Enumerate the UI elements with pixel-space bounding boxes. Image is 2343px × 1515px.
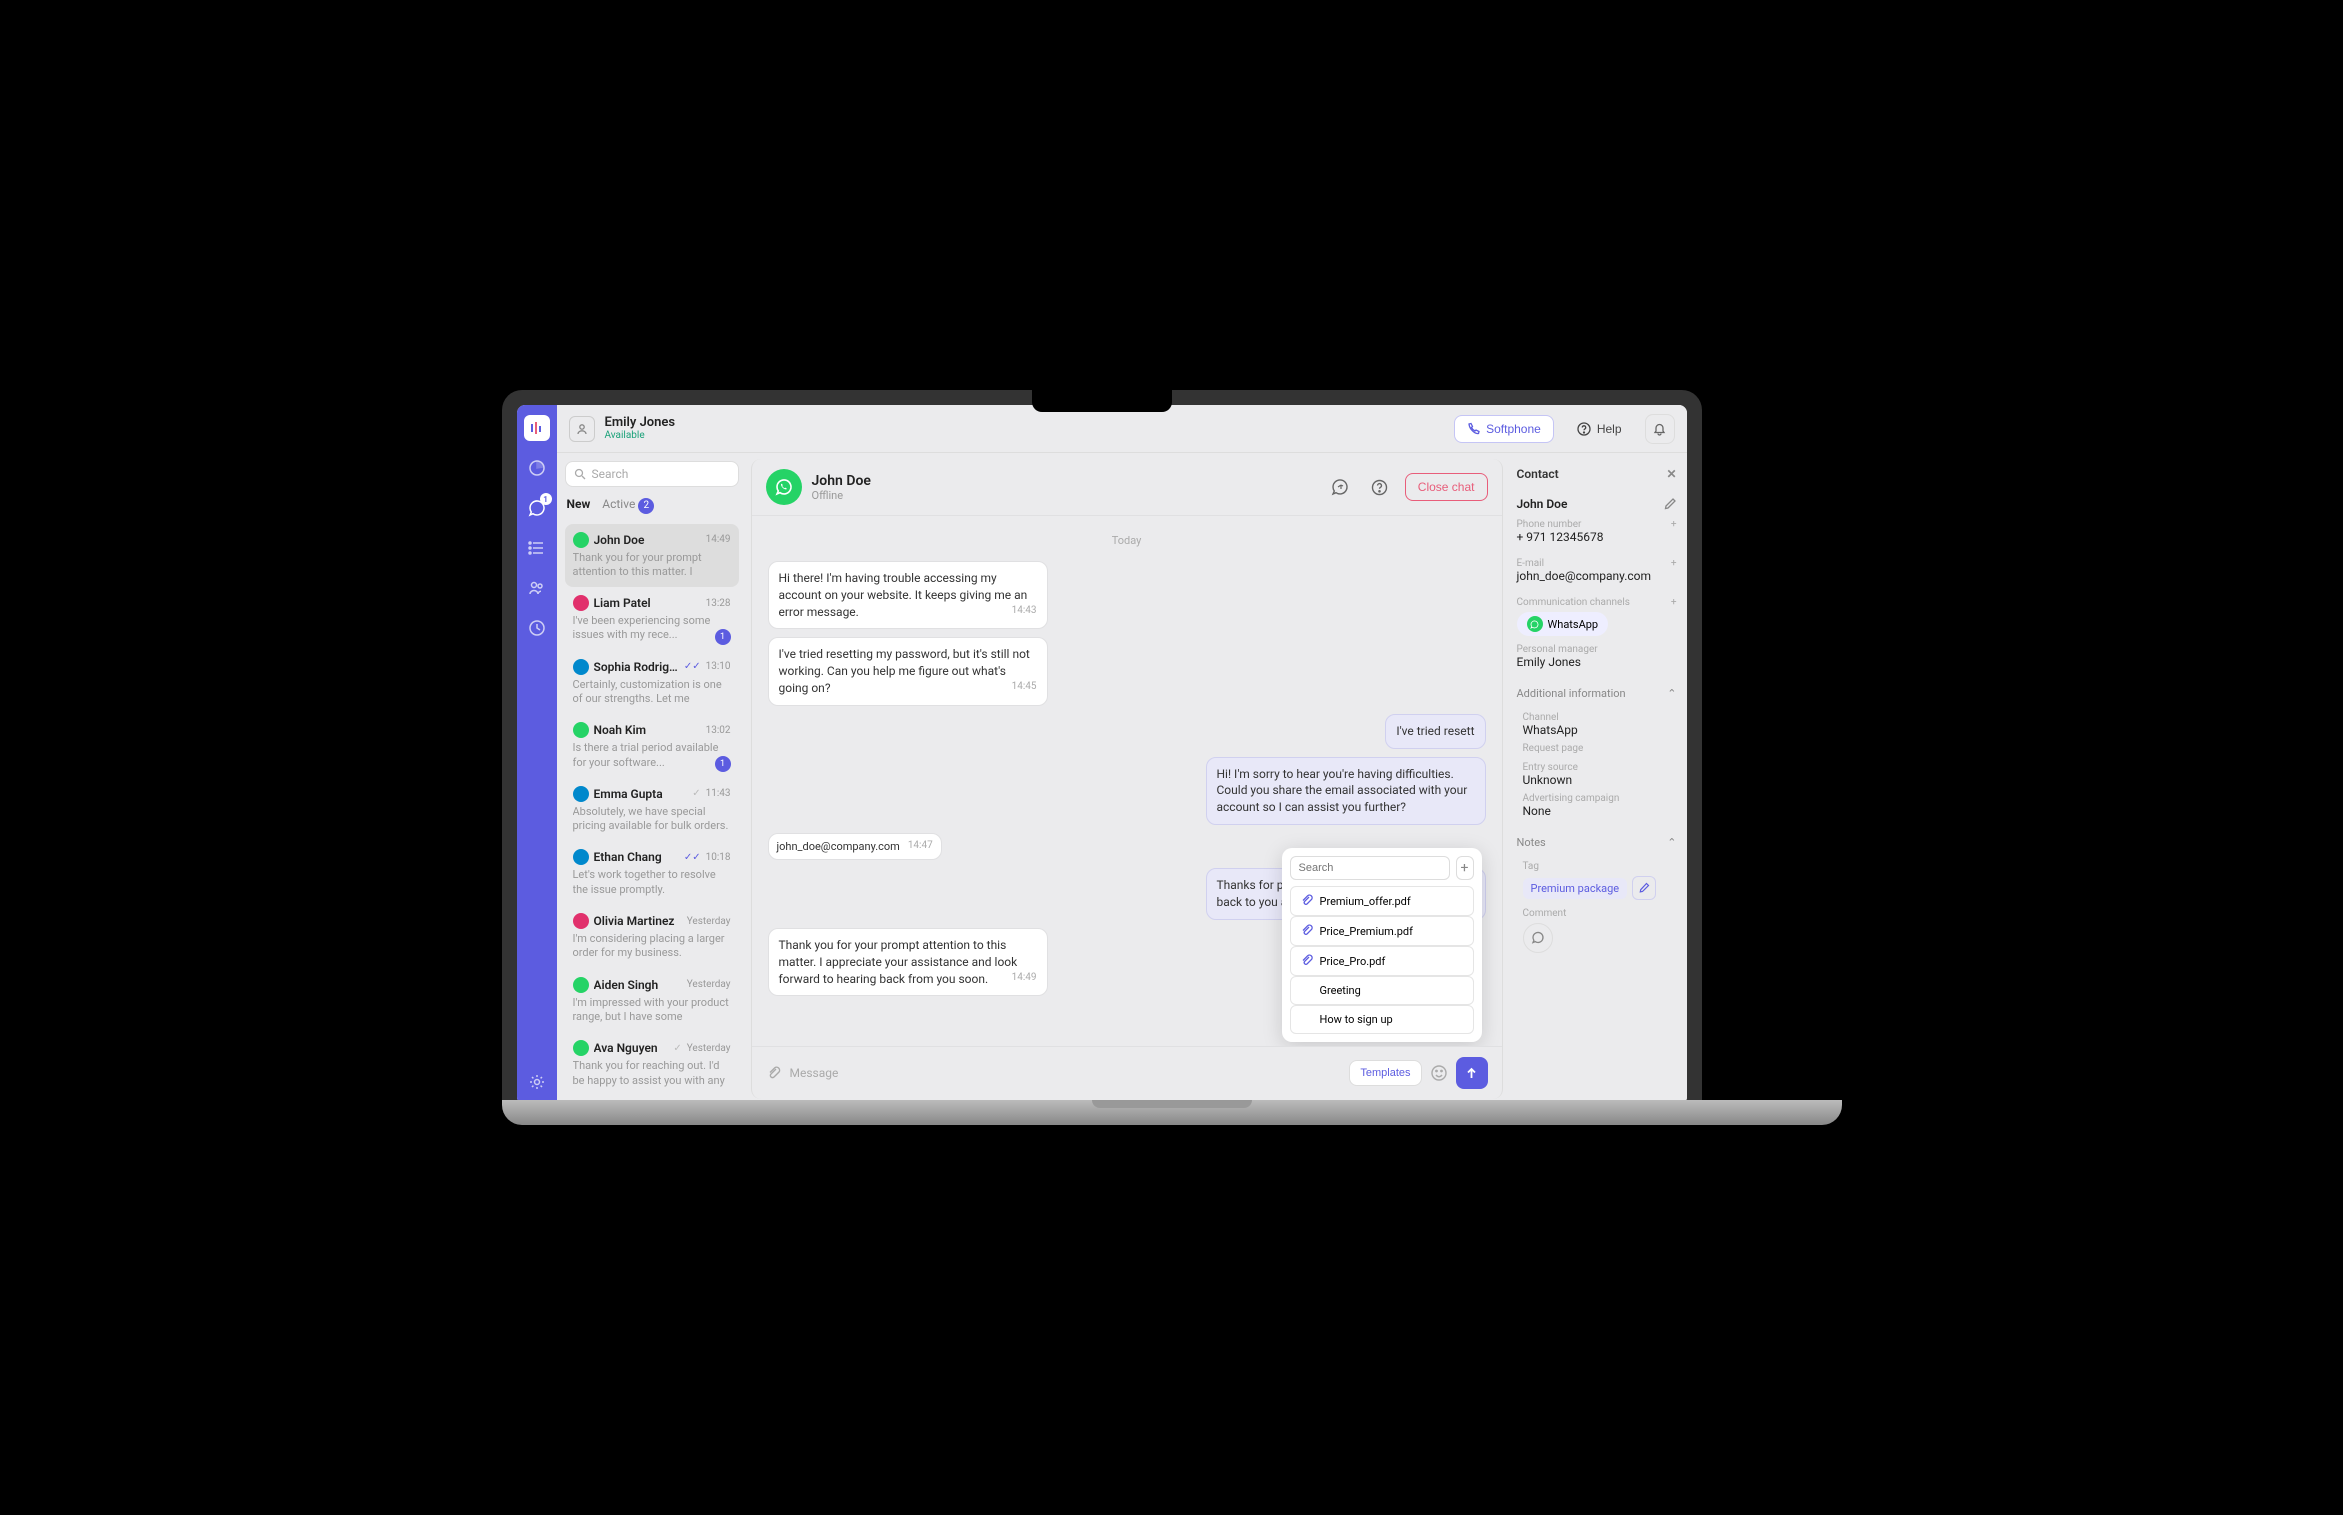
- add-comment-button[interactable]: [1523, 923, 1553, 953]
- add-email-icon[interactable]: +: [1671, 558, 1677, 569]
- message-row: I've tried resett: [768, 714, 1486, 749]
- list-icon[interactable]: [524, 535, 550, 561]
- topbar: Emily Jones Available Softphone Help: [557, 405, 1687, 453]
- contact-name: John Doe: [1517, 497, 1568, 511]
- add-phone-icon[interactable]: +: [1671, 519, 1677, 530]
- message-incoming: Thank you for your prompt attention to t…: [768, 928, 1048, 996]
- message-info: john_doe@company.com14:47: [768, 833, 942, 860]
- conversation-item[interactable]: John Doe14:49Thank you for your prompt a…: [565, 524, 739, 588]
- conversation-item[interactable]: Ava Nguyen✓YesterdayThank you for reachi…: [565, 1032, 739, 1096]
- dashboard-icon[interactable]: [524, 455, 550, 481]
- conversation-item[interactable]: Ethan Chang✓✓10:18Let's work together to…: [565, 841, 739, 905]
- chat-badge: 1: [540, 493, 552, 505]
- chat-icon[interactable]: 1: [524, 495, 550, 521]
- close-chat-button[interactable]: Close chat: [1405, 473, 1488, 501]
- manager-label: Personal manager: [1517, 644, 1677, 655]
- add-template-button[interactable]: +: [1456, 856, 1474, 880]
- conversation-item[interactable]: Emma Gupta✓11:43Absolutely, we have spec…: [565, 778, 739, 842]
- message-row: I've tried resetting my password, but it…: [768, 637, 1486, 705]
- email-label: E-mail: [1517, 558, 1545, 569]
- contact-header: Contact: [1517, 467, 1559, 481]
- channels-label: Communication channels: [1517, 597, 1630, 608]
- conversation-item[interactable]: Olivia MartinezYesterdayI'm considering …: [565, 905, 739, 969]
- chat-help-icon[interactable]: [1365, 472, 1395, 502]
- message-outgoing: I've tried resett: [1385, 714, 1485, 749]
- chat-pane: John Doe Offline Close chat Today Hi the…: [751, 459, 1503, 1099]
- nav-rail: 1: [517, 405, 557, 1105]
- contact-email: john_doe@company.com: [1517, 569, 1677, 583]
- tag-chip[interactable]: Premium package: [1523, 878, 1628, 899]
- notifications-button[interactable]: [1645, 414, 1675, 444]
- template-item[interactable]: Price_Premium.pdf: [1290, 916, 1474, 946]
- message-input[interactable]: Message: [790, 1066, 839, 1080]
- search-input[interactable]: Search: [565, 461, 739, 487]
- message-incoming: Hi there! I'm having trouble accessing m…: [768, 561, 1048, 629]
- phone-label: Phone number: [1517, 519, 1582, 530]
- contacts-icon[interactable]: [524, 575, 550, 601]
- conversation-item[interactable]: Aiden SinghYesterdayI'm impressed with y…: [565, 969, 739, 1033]
- contact-manager: Emily Jones: [1517, 655, 1677, 669]
- templates-button[interactable]: Templates: [1349, 1060, 1421, 1086]
- whatsapp-icon: [766, 469, 802, 505]
- notes-toggle[interactable]: Notes⌃: [1517, 832, 1677, 853]
- channel-chip[interactable]: WhatsApp: [1517, 612, 1609, 636]
- edit-tag-button[interactable]: [1632, 876, 1656, 900]
- chat-contact-name: John Doe: [812, 473, 871, 489]
- conversation-item[interactable]: Liam Patel13:28I've been experiencing so…: [565, 587, 739, 651]
- send-button[interactable]: [1456, 1057, 1488, 1089]
- app-logo-icon[interactable]: [524, 415, 550, 441]
- emoji-button[interactable]: [1430, 1064, 1448, 1082]
- current-user-name: Emily Jones: [605, 416, 676, 430]
- tab-active[interactable]: Active2: [602, 497, 654, 514]
- user-avatar-icon[interactable]: [569, 416, 595, 442]
- tab-new[interactable]: New: [567, 497, 591, 514]
- transfer-chat-icon[interactable]: [1325, 472, 1355, 502]
- message-incoming: I've tried resetting my password, but it…: [768, 637, 1048, 705]
- edit-contact-icon[interactable]: [1663, 497, 1677, 511]
- message-row: Hi! I'm sorry to hear you're having diff…: [768, 757, 1486, 825]
- message-row: Hi there! I'm having trouble accessing m…: [768, 561, 1486, 629]
- contact-phone: + 971 12345678: [1517, 530, 1677, 544]
- additional-info-toggle[interactable]: Additional information⌃: [1517, 683, 1677, 704]
- templates-popover: + Premium_offer.pdfPrice_Premium.pdfPric…: [1282, 848, 1482, 1042]
- attach-icon[interactable]: [766, 1065, 782, 1081]
- help-button[interactable]: Help: [1564, 415, 1635, 443]
- day-separator: Today: [768, 534, 1486, 547]
- templates-search-input[interactable]: [1290, 856, 1450, 880]
- settings-icon[interactable]: [524, 1069, 550, 1095]
- add-channel-icon[interactable]: +: [1671, 597, 1677, 608]
- softphone-button[interactable]: Softphone: [1454, 415, 1554, 443]
- close-contact-icon[interactable]: ✕: [1666, 467, 1676, 481]
- template-item[interactable]: Price_Pro.pdf: [1290, 946, 1474, 976]
- conversation-item[interactable]: Noah Kim13:02Is there a trial period ava…: [565, 714, 739, 778]
- conversation-list: Search New Active2 John Doe14:49Thank yo…: [557, 453, 747, 1105]
- template-item[interactable]: Greeting: [1290, 976, 1474, 1005]
- contact-panel: Contact ✕ John Doe Phone number + + 971 1…: [1507, 453, 1687, 1105]
- chat-contact-status: Offline: [812, 489, 871, 502]
- template-item[interactable]: Premium_offer.pdf: [1290, 886, 1474, 916]
- history-icon[interactable]: [524, 615, 550, 641]
- template-item[interactable]: How to sign up: [1290, 1005, 1474, 1034]
- current-user-status: Available: [605, 430, 676, 441]
- message-outgoing: Hi! I'm sorry to hear you're having diff…: [1206, 757, 1486, 825]
- conversation-item[interactable]: Sophia Rodriguez✓✓13:10Certainly, custom…: [565, 651, 739, 715]
